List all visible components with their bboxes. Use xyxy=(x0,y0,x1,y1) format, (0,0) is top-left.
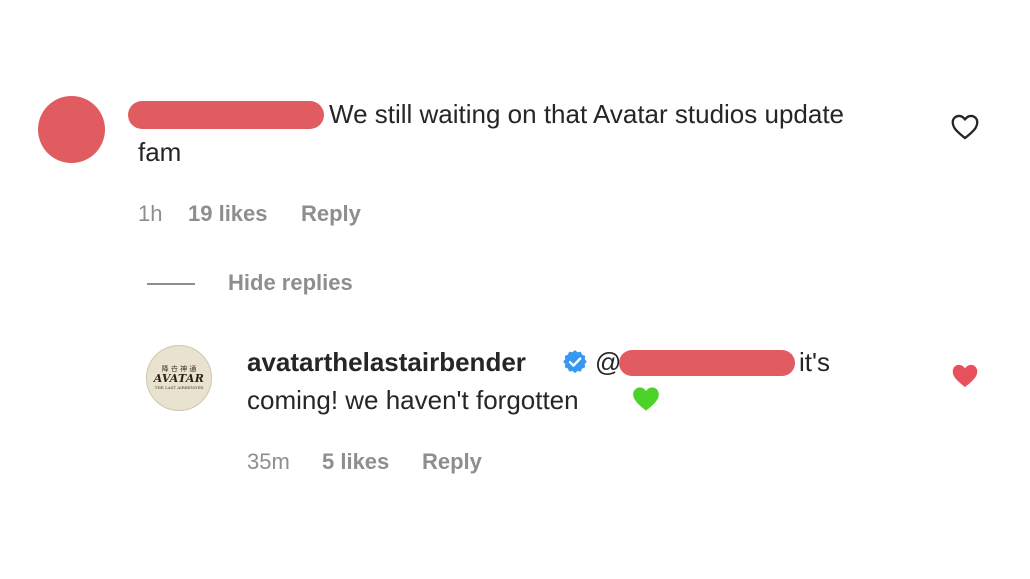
commenter-avatar-redacted[interactable] xyxy=(38,96,105,163)
comment-text-line1: We still waiting on that Avatar studios … xyxy=(329,99,845,129)
avatar-logo-wordmark: AVATAR xyxy=(153,372,205,385)
replies-divider-line xyxy=(147,283,195,285)
reply-text-line2: coming! we haven't forgotten xyxy=(247,385,579,415)
comment-timestamp: 1h xyxy=(138,201,163,226)
hide-replies-button[interactable]: Hide replies xyxy=(228,269,353,297)
reply-mention-prefix: @ xyxy=(595,347,622,377)
commenter-username-redacted[interactable] xyxy=(128,101,324,129)
reply-likes-count[interactable]: 5 likes xyxy=(322,448,389,476)
comment-likes-count[interactable]: 19 likes xyxy=(188,200,268,228)
reply-avatar[interactable]: 降 卋 神 通 AVATAR THE LAST AIRBENDER xyxy=(146,345,212,411)
avatar-logo-tagline: THE LAST AIRBENDER xyxy=(154,385,204,390)
heart-outline-icon[interactable] xyxy=(951,114,979,140)
reply-timestamp: 35m xyxy=(247,449,290,474)
reply-username[interactable]: avatarthelastairbender xyxy=(247,346,526,378)
verified-badge-icon xyxy=(563,350,587,374)
heart-filled-icon[interactable] xyxy=(951,363,979,389)
comment-reply-button[interactable]: Reply xyxy=(301,200,361,228)
green-heart-icon xyxy=(633,387,659,411)
comment-text-line2: fam xyxy=(138,137,182,167)
reply-reply-button[interactable]: Reply xyxy=(422,448,482,476)
reply-text-line1: it's xyxy=(799,347,830,377)
reply-mention-redacted[interactable] xyxy=(619,350,795,376)
